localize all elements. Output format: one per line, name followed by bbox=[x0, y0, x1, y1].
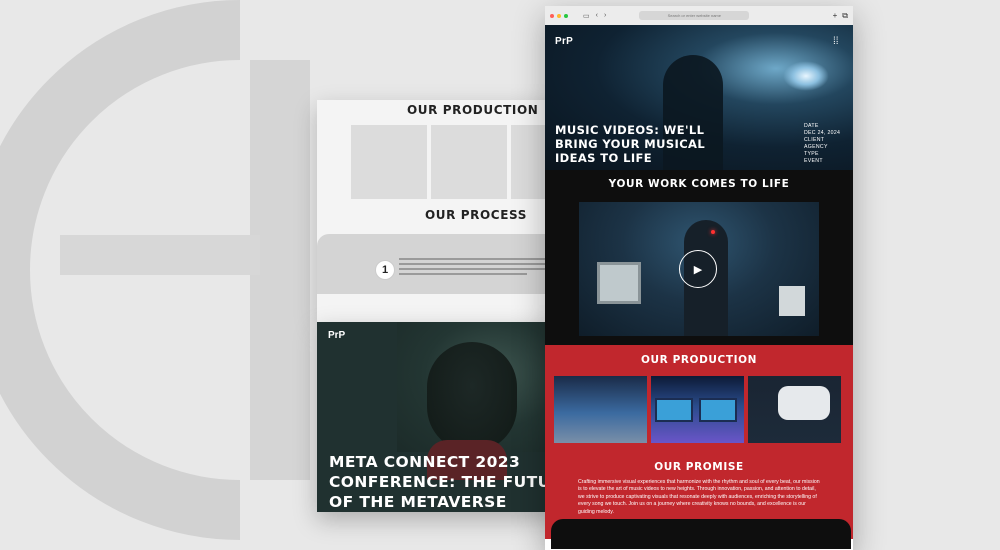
vr-headset bbox=[778, 386, 830, 420]
video-still-headset-light bbox=[711, 230, 715, 234]
client-label: CLIENT bbox=[804, 137, 825, 143]
video-still-monitor bbox=[597, 262, 641, 304]
hero-photo-person bbox=[427, 342, 517, 452]
play-icon[interactable]: ▶ bbox=[679, 250, 717, 288]
date-label: DATE bbox=[804, 123, 819, 129]
video-player[interactable]: ▶ bbox=[579, 202, 819, 336]
maximize-window-button[interactable] bbox=[564, 13, 568, 18]
production-tile[interactable] bbox=[431, 125, 507, 199]
background-logo-watermark bbox=[0, 0, 310, 540]
type-label: TYPE bbox=[804, 151, 819, 157]
hero-title: MUSIC VIDEOS: WE'LL BRING YOUR MUSICAL I… bbox=[555, 123, 706, 165]
production-image-screens[interactable] bbox=[651, 376, 744, 443]
production-image-vr-group[interactable] bbox=[554, 376, 647, 443]
new-tab-icon[interactable]: + bbox=[833, 11, 838, 21]
address-bar[interactable]: Search or enter website name bbox=[639, 11, 750, 20]
process-heading: OUR PROCESS bbox=[425, 208, 527, 222]
brand-logo[interactable]: PrP bbox=[328, 330, 345, 341]
back-arrow-icon[interactable]: ‹ bbox=[596, 12, 598, 20]
work-heading: YOUR WORK COMES TO LIFE bbox=[608, 178, 790, 190]
sidebar-icon[interactable]: ▭ bbox=[583, 12, 590, 20]
brand-logo[interactable]: PrP bbox=[555, 36, 573, 47]
next-section-card bbox=[551, 519, 851, 549]
browser-window: ▭ ‹ › Search or enter website name + ⧉ P… bbox=[545, 6, 853, 550]
work-section: YOUR WORK COMES TO LIFE ▶ bbox=[545, 170, 853, 345]
process-text bbox=[399, 258, 557, 278]
client-value: AGENCY bbox=[804, 144, 828, 150]
meta-headline: META CONNECT 2023 CONFERENCE: THE FUTURE… bbox=[329, 453, 557, 511]
production-image-vr-headset[interactable] bbox=[748, 376, 841, 443]
menu-grid-icon[interactable]: ⁞⁞ bbox=[833, 36, 839, 47]
hero-photo-spotlight bbox=[783, 61, 829, 91]
promise-text: Crafting immersive visual experiences th… bbox=[578, 479, 820, 515]
browser-toolbar: ▭ ‹ › Search or enter website name + ⧉ bbox=[545, 6, 853, 25]
back-page-meta-connect: PrP META CONNECT 2023 CONFERENCE: THE FU… bbox=[317, 322, 557, 512]
production-tile[interactable] bbox=[351, 125, 427, 199]
production-section: OUR PRODUCTION OUR PROMISE Crafting imme… bbox=[545, 345, 853, 549]
production-heading: OUR PRODUCTION bbox=[407, 103, 539, 117]
minimize-window-button[interactable] bbox=[557, 13, 561, 18]
type-value: EVENT bbox=[804, 158, 823, 164]
production-heading: OUR PRODUCTION bbox=[640, 354, 758, 366]
close-window-button[interactable] bbox=[550, 13, 554, 18]
process-step-number: 1 bbox=[375, 260, 395, 280]
promise-heading: OUR PROMISE bbox=[654, 461, 744, 473]
production-tiles bbox=[351, 125, 557, 199]
back-page-production: OUR PRODUCTION OUR PROCESS 1 bbox=[317, 100, 557, 322]
video-still-monitor bbox=[779, 286, 805, 316]
forward-arrow-icon[interactable]: › bbox=[604, 12, 606, 20]
production-gallery bbox=[554, 376, 841, 443]
tabs-overview-icon[interactable]: ⧉ bbox=[842, 11, 848, 21]
project-meta: DATE DEC 24, 2024 CLIENT AGENCY TYPE EVE… bbox=[804, 123, 840, 165]
date-value: DEC 24, 2024 bbox=[804, 130, 841, 136]
hero-section: PrP ⁞⁞ MUSIC VIDEOS: WE'LL BRING YOUR MU… bbox=[545, 25, 853, 170]
